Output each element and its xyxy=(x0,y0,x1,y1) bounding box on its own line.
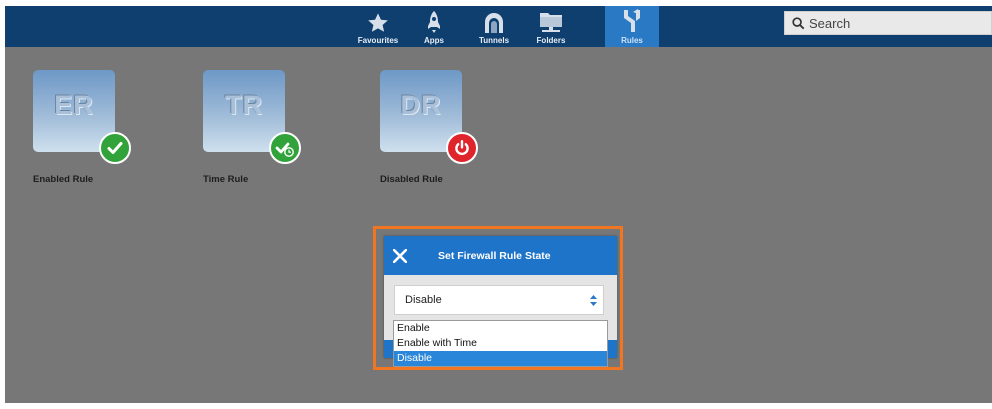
search-input[interactable] xyxy=(807,14,981,32)
nav-label: Rules xyxy=(621,36,643,45)
rule-abbr: ER xyxy=(54,90,94,120)
close-icon[interactable] xyxy=(384,236,416,275)
selected-value: Disable xyxy=(405,294,442,306)
nav-item-rules[interactable]: Rules xyxy=(605,6,659,47)
nav-label: Favourites xyxy=(357,36,399,45)
rule-state-options: Enable Enable with Time Disable xyxy=(393,320,608,367)
check-icon xyxy=(99,132,131,164)
nav-label: Apps xyxy=(424,36,444,45)
power-icon xyxy=(446,132,478,164)
rule-name: Enabled Rule xyxy=(33,174,94,185)
rocket-icon xyxy=(426,8,442,34)
nav-item-apps[interactable]: Apps xyxy=(407,6,461,47)
check-clock-icon xyxy=(269,132,301,164)
dialog-title: Set Firewall Rule State xyxy=(438,249,551,262)
rules-icon xyxy=(620,8,644,34)
rule-abbr: DR xyxy=(400,90,442,120)
rule-abbr: TR xyxy=(225,90,263,120)
nav-item-favourites[interactable]: Favourites xyxy=(351,6,405,47)
option-disable[interactable]: Disable xyxy=(394,351,607,366)
nav-item-tunnels[interactable]: Tunnels xyxy=(467,6,521,47)
rule-name: Time Rule xyxy=(203,174,249,185)
dialog-header: Set Firewall Rule State xyxy=(384,236,617,275)
rule-state-select[interactable]: Disable xyxy=(394,285,604,315)
folder-icon xyxy=(538,8,564,34)
rule-name: Disabled Rule xyxy=(380,174,443,185)
nav-label: Tunnels xyxy=(478,36,510,45)
nav-item-folders[interactable]: Folders xyxy=(524,6,578,47)
search-box[interactable] xyxy=(784,11,992,35)
nav-label: Folders xyxy=(536,36,566,45)
star-icon xyxy=(367,8,389,34)
tunnel-icon xyxy=(483,8,505,34)
option-enable[interactable]: Enable xyxy=(394,321,607,336)
chevron-up-down-icon xyxy=(590,294,597,306)
search-icon xyxy=(789,16,807,30)
top-nav-bar: Favourites Apps Tunnels Folders Rules xyxy=(5,6,992,47)
option-enable-with-time[interactable]: Enable with Time xyxy=(394,336,607,351)
